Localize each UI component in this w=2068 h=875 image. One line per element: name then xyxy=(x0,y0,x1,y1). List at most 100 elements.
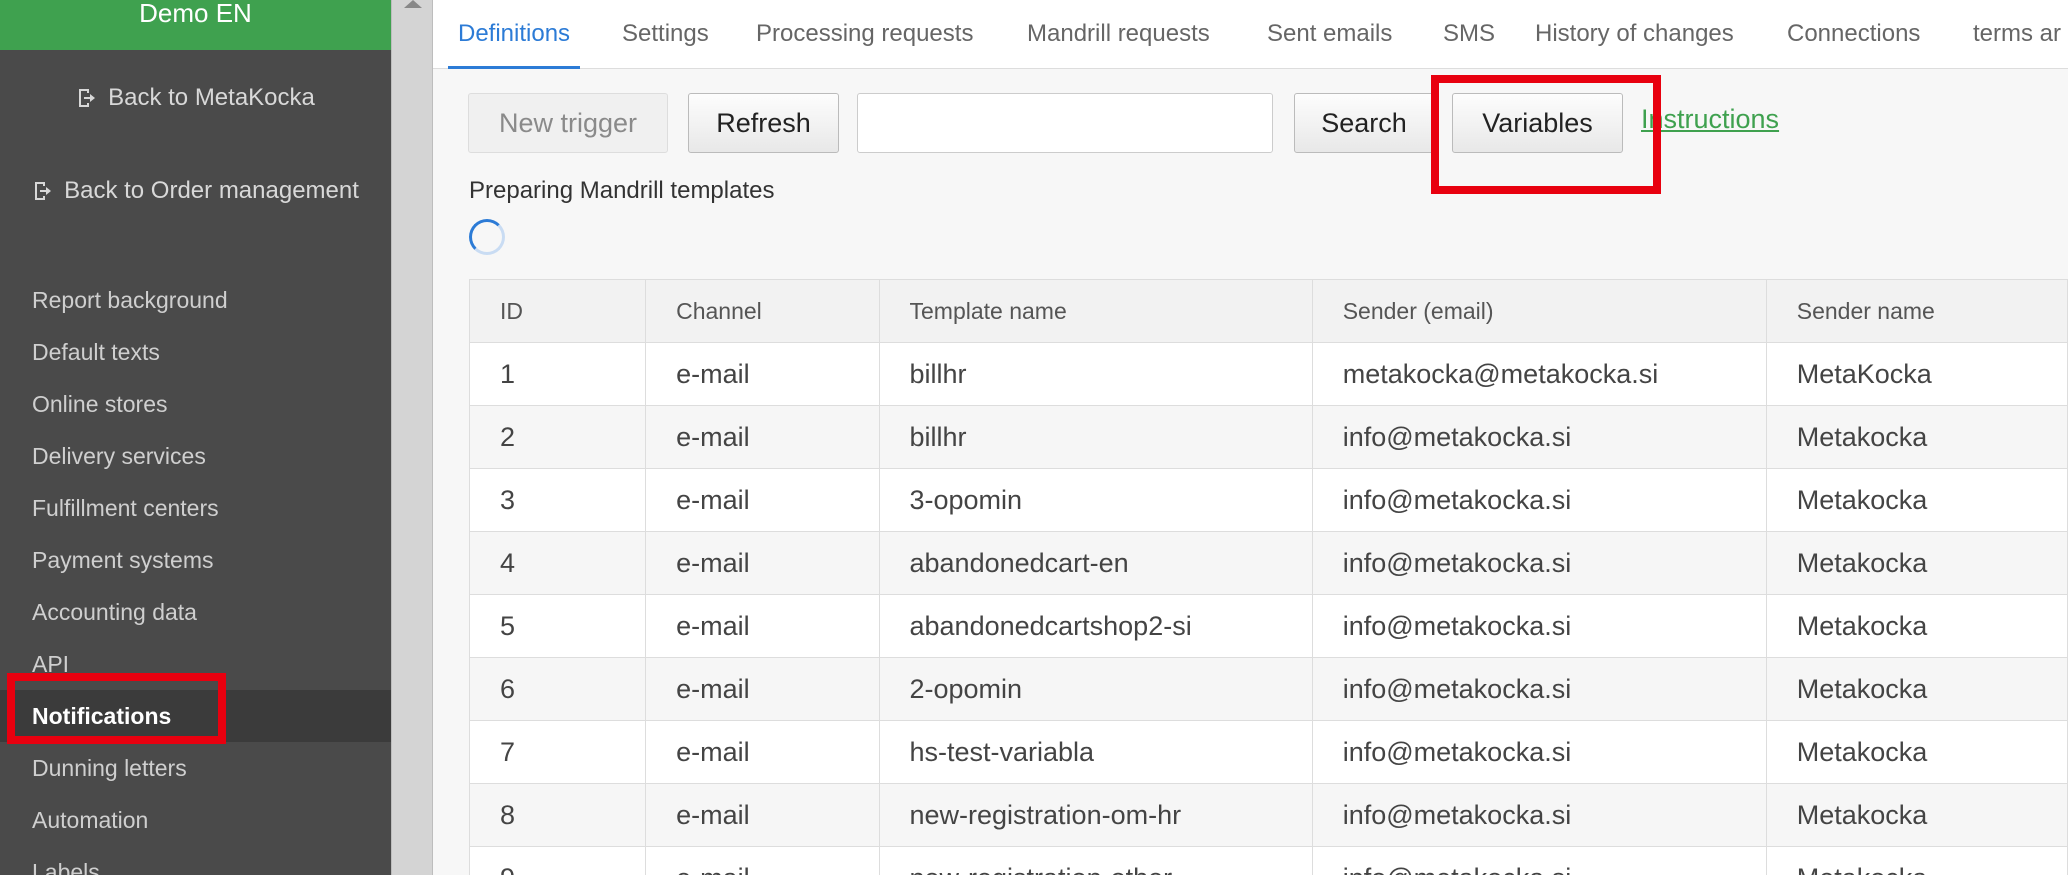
cell-sender-email: info@metakocka.si xyxy=(1311,531,1767,595)
triggers-table: ID Channel Template name Sender (email) … xyxy=(468,279,2068,875)
tab-sent-emails[interactable]: Sent emails xyxy=(1267,0,1392,68)
brand-title: Demo EN xyxy=(139,0,252,28)
cell-template-name: billhr xyxy=(878,342,1313,406)
table-row[interactable]: 7 e-mail hs-test-variabla info@metakocka… xyxy=(468,720,2068,784)
search-button[interactable]: Search xyxy=(1294,93,1434,153)
refresh-button[interactable]: Refresh xyxy=(688,93,839,153)
cell-channel: e-mail xyxy=(645,531,880,595)
table-row[interactable]: 4 e-mail abandonedcart-en info@metakocka… xyxy=(468,531,2068,595)
column-header-id[interactable]: ID xyxy=(468,279,647,343)
sign-out-icon xyxy=(35,182,52,200)
cell-id: 1 xyxy=(468,342,647,406)
sidebar-item-report-background[interactable]: Report background xyxy=(0,274,391,326)
tab-processing-requests[interactable]: Processing requests xyxy=(756,0,973,68)
sidebar-item-api[interactable]: API xyxy=(0,638,391,690)
back-link-label: Back to MetaKocka xyxy=(108,84,315,111)
sidebar-item-payment-systems[interactable]: Payment systems xyxy=(0,534,391,586)
cell-channel: e-mail xyxy=(645,468,880,532)
cell-template-name: abandonedcart-en xyxy=(878,531,1313,595)
brand-header: Demo EN xyxy=(0,0,391,50)
variables-button[interactable]: Variables xyxy=(1452,93,1623,153)
cell-sender-name: Metakocka xyxy=(1765,720,2068,784)
cell-template-name: 3-opomin xyxy=(878,468,1313,532)
sidebar-nav: Report background Default texts Online s… xyxy=(0,274,391,875)
cell-sender-email: info@metakocka.si xyxy=(1311,594,1767,658)
cell-sender-name: Metakocka xyxy=(1765,846,2068,875)
tab-settings[interactable]: Settings xyxy=(622,0,709,68)
cell-sender-email: info@metakocka.si xyxy=(1311,405,1767,469)
new-trigger-button[interactable]: New trigger xyxy=(468,93,668,153)
cell-id: 7 xyxy=(468,720,647,784)
back-link-label: Back to Order management xyxy=(64,177,359,204)
sidebar: Demo EN Back to MetaKocka Back to Order … xyxy=(0,0,391,875)
table-row[interactable]: 8 e-mail new-registration-om-hr info@met… xyxy=(468,783,2068,847)
sidebar-item-fulfillment-centers[interactable]: Fulfillment centers xyxy=(0,482,391,534)
cell-channel: e-mail xyxy=(645,720,880,784)
sidebar-item-notifications[interactable]: Notifications xyxy=(0,690,391,742)
back-to-order-management-link[interactable]: Back to Order management xyxy=(0,177,391,205)
sidebar-scrollbar[interactable] xyxy=(391,0,433,875)
back-to-metakocka-link[interactable]: Back to MetaKocka xyxy=(0,84,391,112)
cell-channel: e-mail xyxy=(645,594,880,658)
table-header-row: ID Channel Template name Sender (email) … xyxy=(468,279,2068,343)
cell-id: 6 xyxy=(468,657,647,721)
cell-sender-name: Metakocka xyxy=(1765,468,2068,532)
cell-channel: e-mail xyxy=(645,783,880,847)
cell-sender-name: Metakocka xyxy=(1765,783,2068,847)
cell-template-name: hs-test-variabla xyxy=(878,720,1313,784)
instructions-link[interactable]: Instructions xyxy=(1641,104,1779,135)
table-row[interactable]: 9 e-mail new-registration-other info@met… xyxy=(468,846,2068,875)
cell-channel: e-mail xyxy=(645,657,880,721)
sign-out-icon xyxy=(79,89,96,107)
cell-template-name: billhr xyxy=(878,405,1313,469)
cell-sender-name: Metakocka xyxy=(1765,531,2068,595)
status-message: Preparing Mandrill templates xyxy=(469,177,775,204)
cell-sender-email: info@metakocka.si xyxy=(1311,846,1767,875)
table-row[interactable]: 6 e-mail 2-opomin info@metakocka.si Meta… xyxy=(468,657,2068,721)
cell-sender-name: Metakocka xyxy=(1765,594,2068,658)
cell-sender-name: Metakocka xyxy=(1765,657,2068,721)
column-header-sender-name[interactable]: Sender name xyxy=(1765,279,2068,343)
cell-sender-email: metakocka@metakocka.si xyxy=(1311,342,1767,406)
column-header-channel[interactable]: Channel xyxy=(645,279,880,343)
cell-template-name: new-registration-other xyxy=(878,846,1313,875)
cell-sender-email: info@metakocka.si xyxy=(1311,720,1767,784)
sidebar-item-default-texts[interactable]: Default texts xyxy=(0,326,391,378)
cell-template-name: abandonedcartshop2-si xyxy=(878,594,1313,658)
column-header-sender-email[interactable]: Sender (email) xyxy=(1311,279,1767,343)
sidebar-item-dunning-letters[interactable]: Dunning letters xyxy=(0,742,391,794)
cell-sender-email: info@metakocka.si xyxy=(1311,657,1767,721)
search-input[interactable] xyxy=(857,93,1273,153)
loading-spinner-icon xyxy=(469,219,505,255)
sidebar-item-delivery-services[interactable]: Delivery services xyxy=(0,430,391,482)
cell-sender-email: info@metakocka.si xyxy=(1311,783,1767,847)
sidebar-item-automation[interactable]: Automation xyxy=(0,794,391,846)
table-row[interactable]: 1 e-mail billhr metakocka@metakocka.si M… xyxy=(468,342,2068,406)
cell-sender-name: Metakocka xyxy=(1765,405,2068,469)
sidebar-item-labels[interactable]: Labels xyxy=(0,846,391,875)
main-content: Definitions Settings Processing requests… xyxy=(433,0,2068,875)
table-row[interactable]: 2 e-mail billhr info@metakocka.si Metako… xyxy=(468,405,2068,469)
cell-id: 9 xyxy=(468,846,647,875)
tab-sms[interactable]: SMS xyxy=(1443,0,1495,68)
table-row[interactable]: 5 e-mail abandonedcartshop2-si info@meta… xyxy=(468,594,2068,658)
tab-bar: Definitions Settings Processing requests… xyxy=(433,0,2068,69)
column-header-template-name[interactable]: Template name xyxy=(878,279,1313,343)
cell-id: 3 xyxy=(468,468,647,532)
sidebar-item-online-stores[interactable]: Online stores xyxy=(0,378,391,430)
cell-id: 2 xyxy=(468,405,647,469)
cell-channel: e-mail xyxy=(645,846,880,875)
tab-history-of-changes[interactable]: History of changes xyxy=(1535,0,1734,68)
cell-template-name: 2-opomin xyxy=(878,657,1313,721)
tab-definitions[interactable]: Definitions xyxy=(447,0,581,69)
sidebar-item-accounting-data[interactable]: Accounting data xyxy=(0,586,391,638)
cell-sender-email: info@metakocka.si xyxy=(1311,468,1767,532)
scroll-up-arrow-icon[interactable] xyxy=(404,0,422,8)
cell-channel: e-mail xyxy=(645,405,880,469)
tab-mandrill-requests[interactable]: Mandrill requests xyxy=(1027,0,1210,68)
cell-id: 8 xyxy=(468,783,647,847)
tab-connections[interactable]: Connections xyxy=(1787,0,1920,68)
tab-terms[interactable]: terms ar xyxy=(1973,0,2061,68)
table-row[interactable]: 3 e-mail 3-opomin info@metakocka.si Meta… xyxy=(468,468,2068,532)
cell-id: 5 xyxy=(468,594,647,658)
